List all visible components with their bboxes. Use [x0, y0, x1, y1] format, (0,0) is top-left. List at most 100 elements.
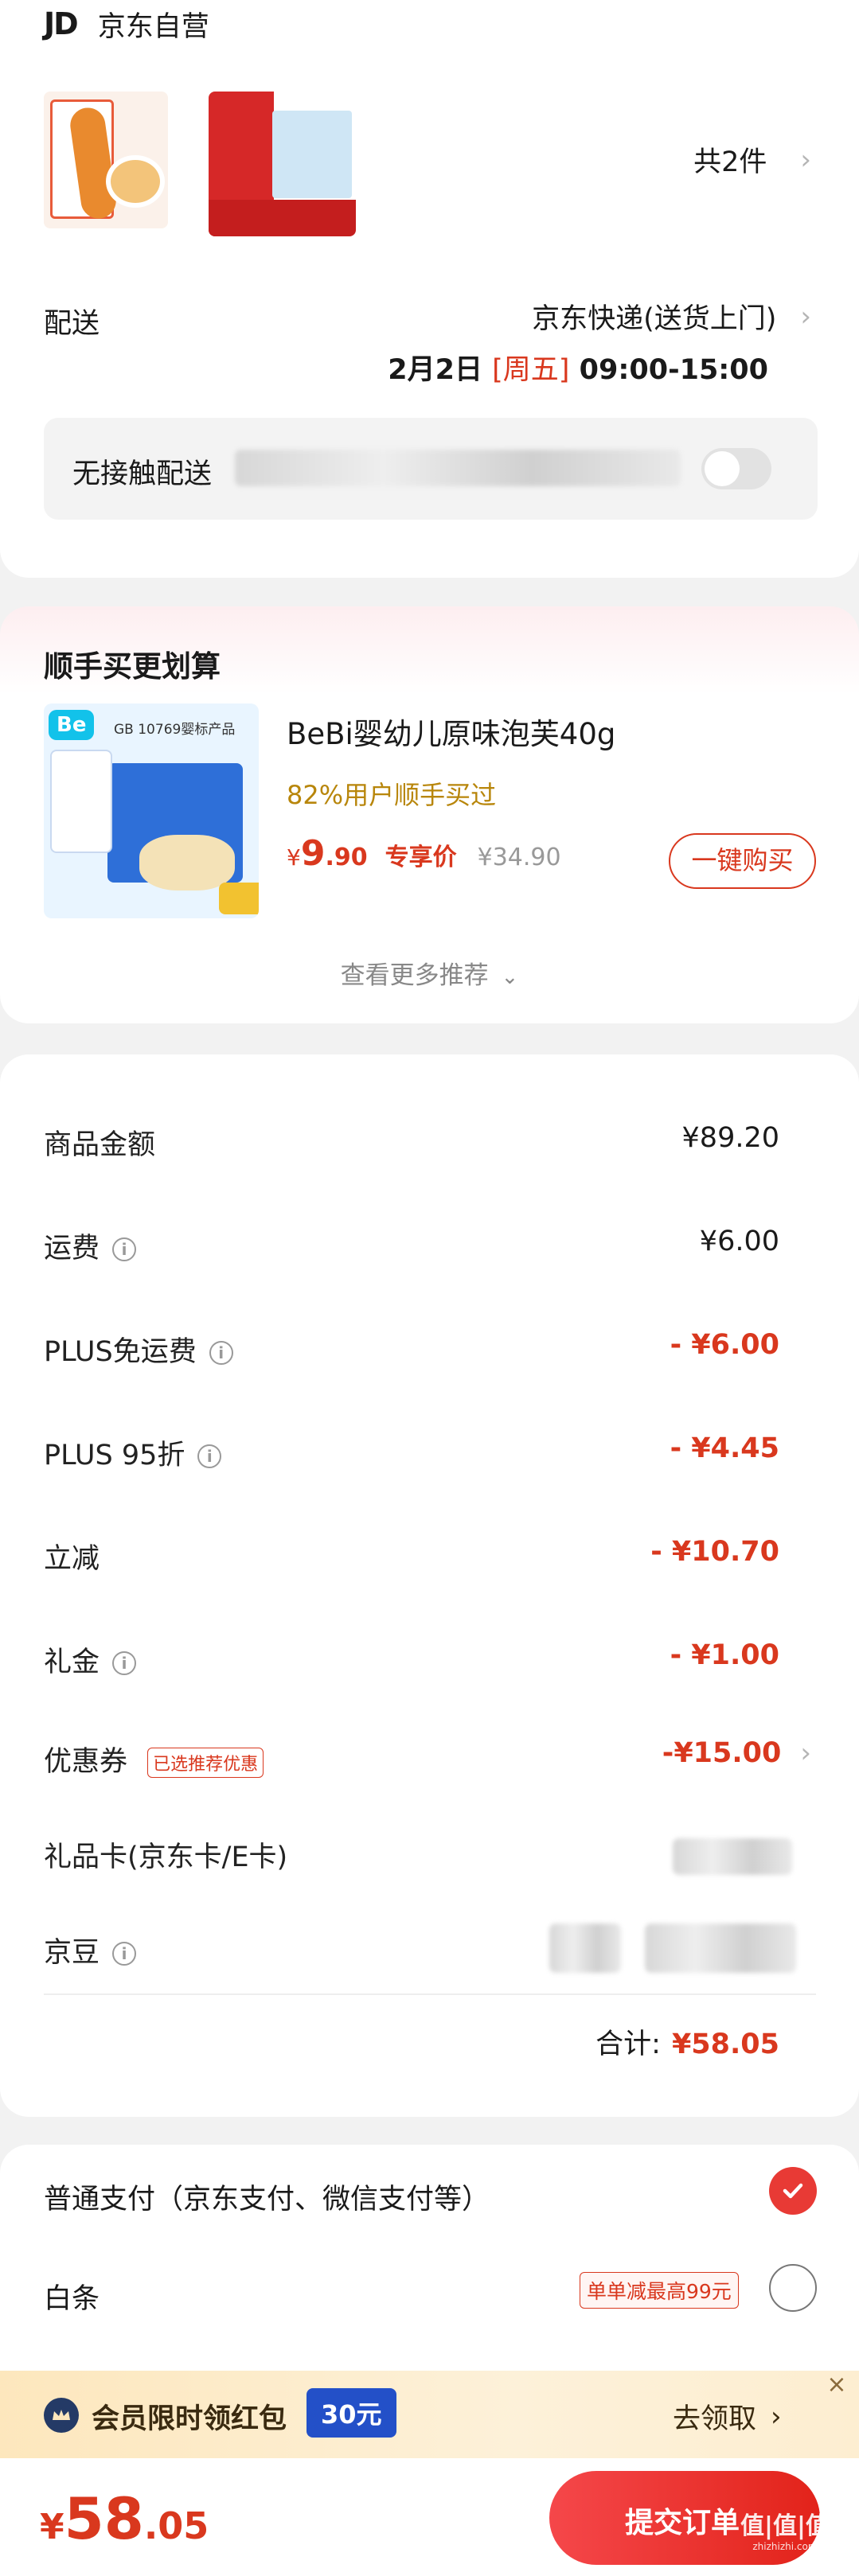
see-more-recommend[interactable]: 查看更多推荐 ⌄	[0, 955, 859, 991]
gift-money-value: - ¥1.00	[670, 1639, 779, 1671]
price-tag: 专享价	[385, 844, 457, 871]
promo-strip-image	[209, 200, 356, 236]
coupon-tag: 已选推荐优惠	[147, 1748, 264, 1778]
info-icon[interactable]: i	[112, 1942, 137, 1966]
footer-price: ¥ 58 .05	[40, 2490, 209, 2547]
promo-sticker	[50, 750, 112, 853]
coupon-label: 优惠券 已选推荐优惠	[44, 1739, 264, 1779]
product-count[interactable]: 共2件 ›	[693, 139, 811, 180]
gift-money-label: 礼金 i	[44, 1639, 137, 1680]
watermark-text: 值|值|值	[740, 2512, 830, 2540]
chevron-down-icon: ⌄	[501, 965, 519, 989]
footer-price-integer: 58	[64, 2485, 144, 2552]
food-plate-image	[106, 155, 165, 208]
product-thumb-2[interactable]	[209, 92, 356, 236]
plus-free-shipping-text: PLUS免运费	[44, 1336, 197, 1368]
delivery-method[interactable]: 京东快递(送货上门) ›	[532, 296, 811, 337]
one-click-buy-button[interactable]: 一键购买	[669, 833, 816, 889]
price-integer: 9	[300, 833, 326, 874]
summary-card: 商品金额 ¥89.20 运费 i ¥6.00 PLUS免运费 i - ¥6.00 P…	[0, 1054, 859, 2117]
info-icon[interactable]: i	[112, 1651, 137, 1675]
standard-tag: GB 10769婴标产品	[114, 722, 236, 738]
jd-beans-label: 京豆 i	[44, 1930, 137, 1970]
plus-discount-value: - ¥4.45	[670, 1432, 779, 1464]
see-more-label: 查看更多推荐	[340, 961, 489, 990]
plus-discount-label: PLUS 95折 i	[44, 1432, 222, 1473]
total-value: ¥58.05	[671, 2028, 779, 2060]
chevron-right-icon: ›	[800, 143, 811, 176]
total-row: 合计: ¥58.05	[595, 2021, 779, 2062]
coupon-value-row[interactable]: -¥15.00 ›	[662, 1737, 811, 1769]
puffs-image	[139, 835, 235, 890]
plus-free-shipping-value: - ¥6.00	[670, 1329, 779, 1361]
blurred-beans-value	[549, 1923, 621, 1973]
info-icon[interactable]: i	[197, 1444, 222, 1468]
coupon-label-text: 优惠券	[44, 1746, 128, 1778]
footer-price-symbol: ¥	[40, 2507, 64, 2547]
shop-name: 京东自营	[97, 10, 209, 43]
delivery-date: 2月2日	[388, 354, 482, 386]
gift-card-label: 礼品卡(京东卡/E卡)	[44, 1841, 288, 1873]
bebi-badge: Be	[49, 710, 95, 740]
contactless-toggle[interactable]	[701, 448, 771, 489]
shipping-label: 运费 i	[44, 1226, 137, 1266]
jd-beans-text: 京豆	[44, 1937, 100, 1969]
submit-order-label: 提交订单	[625, 2507, 740, 2539]
baitiao-radio[interactable]	[769, 2264, 817, 2312]
plus-discount-text: PLUS 95折	[44, 1440, 185, 1471]
recommend-product-image[interactable]: Be GB 10769婴标产品	[44, 703, 259, 918]
gift-money-text: 礼金	[44, 1647, 100, 1678]
watermark: 值|值|值 zhizhizhi.com	[740, 2506, 830, 2552]
instant-discount-value: - ¥10.70	[650, 1536, 779, 1568]
baitiao-label[interactable]: 白条	[44, 2276, 100, 2317]
blurred-beans-value-2	[645, 1923, 796, 1973]
milk-cartons-image	[272, 111, 352, 198]
recommend-title: 顺手买更划算	[44, 649, 221, 684]
shop-header: JD 京东自营	[44, 0, 209, 48]
info-icon[interactable]: i	[209, 1341, 233, 1365]
member-banner[interactable]: 会员限时领红包 30元 去领取 › ×	[0, 2371, 859, 2458]
instant-discount-label: 立减	[44, 1543, 100, 1575]
jd-logo: JD	[44, 6, 79, 41]
product-thumb-1[interactable]	[44, 92, 168, 228]
delivery-method-label: 京东快递(送货上门)	[532, 303, 777, 335]
claim-label: 去领取	[673, 2403, 757, 2435]
delivery-label: 配送	[44, 308, 100, 340]
goods-amount-value: ¥89.20	[681, 1122, 779, 1154]
delivery-timeslot: 09:00-15:00	[579, 354, 768, 386]
close-banner-icon[interactable]: ×	[822, 2371, 851, 2399]
delivery-weekday: [周五]	[492, 354, 570, 386]
recommend-price: ¥ 9 .90 专享价 ¥34.90	[287, 833, 561, 874]
blurred-gift-card-value[interactable]	[673, 1838, 792, 1875]
summary-divider	[44, 1993, 816, 1995]
recommend-buy-rate: 82%用户顺手买过	[287, 780, 497, 810]
normal-payment-check-icon[interactable]	[769, 2167, 817, 2215]
shipping-value: ¥6.00	[699, 1226, 779, 1257]
normal-payment-label[interactable]: 普通支付（京东支付、微信支付等）	[44, 2177, 490, 2217]
chevron-right-icon: ›	[771, 2400, 782, 2433]
recommend-card: 顺手买更划算 Be GB 10769婴标产品 BeBi婴幼儿原味泡芙40g 82…	[0, 606, 859, 1023]
recommend-product-name[interactable]: BeBi婴幼儿原味泡芙40g	[287, 710, 615, 753]
member-crown-icon	[44, 2398, 79, 2433]
claim-link[interactable]: 去领取 ›	[673, 2396, 782, 2437]
watermark-sub: zhizhizhi.com	[752, 2541, 818, 2552]
toggle-knob	[705, 451, 740, 486]
footer-bar: ¥ 58 .05 提交订单 值|值|值 zhizhizhi.com	[0, 2458, 859, 2576]
goods-amount-label: 商品金额	[44, 1129, 156, 1161]
baitiao-tag: 单单减最高99元	[580, 2272, 739, 2309]
member-banner-amount: 30元	[307, 2388, 396, 2438]
total-label: 合计:	[595, 2028, 661, 2060]
info-icon[interactable]: i	[112, 1237, 137, 1261]
contactless-label: 无接触配送	[72, 458, 213, 490]
shipping-label-text: 运费	[44, 1233, 100, 1265]
blurred-text	[235, 450, 681, 486]
chevron-right-icon: ›	[800, 1737, 811, 1769]
contactless-box: 无接触配送	[44, 418, 818, 520]
delivery-time: 2月2日 [周五] 09:00-15:00	[388, 347, 768, 388]
member-banner-text: 会员限时领红包	[92, 2403, 287, 2435]
chevron-right-icon: ›	[800, 300, 811, 333]
order-card: JD 京东自营 共2件 › 配送 京东快递(送货上门) › 2月2日 [周五] …	[0, 0, 859, 578]
corner-ribbon	[219, 883, 259, 914]
original-price: ¥34.90	[477, 844, 561, 871]
footer-price-decimal: .05	[143, 2504, 209, 2547]
